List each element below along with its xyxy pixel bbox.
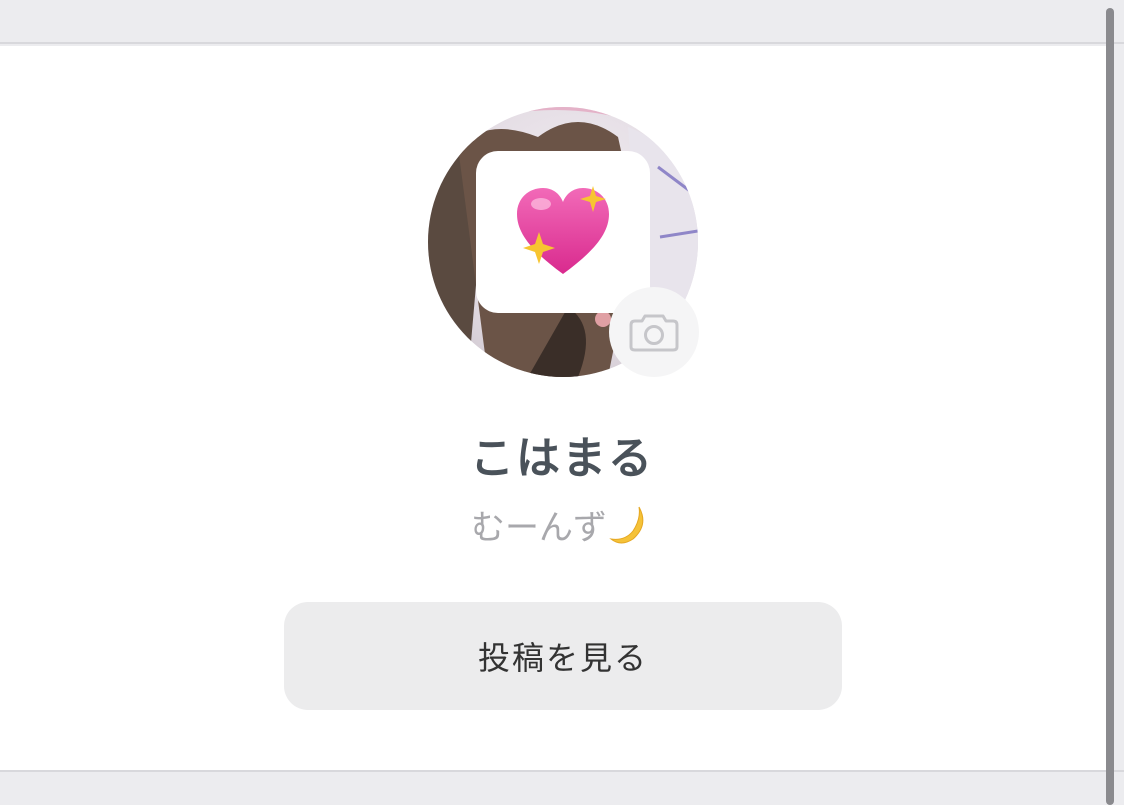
profile-bio: むーんず: [0, 500, 1124, 549]
bottom-divider: [0, 770, 1124, 805]
view-posts-button[interactable]: 投稿を見る: [284, 602, 842, 710]
top-divider: [0, 0, 1124, 44]
scrollbar[interactable]: [1106, 8, 1114, 805]
sparkling-heart-icon: [517, 186, 609, 274]
change-photo-button[interactable]: [609, 287, 699, 377]
crescent-moon-icon: [609, 506, 644, 543]
profile-name: こはまる: [470, 433, 654, 484]
camera-icon: [629, 314, 679, 352]
profile-bio-text: むーんず: [471, 508, 607, 548]
profile-avatar-area: [428, 107, 699, 377]
avatar-emoji-tile: [476, 151, 650, 313]
